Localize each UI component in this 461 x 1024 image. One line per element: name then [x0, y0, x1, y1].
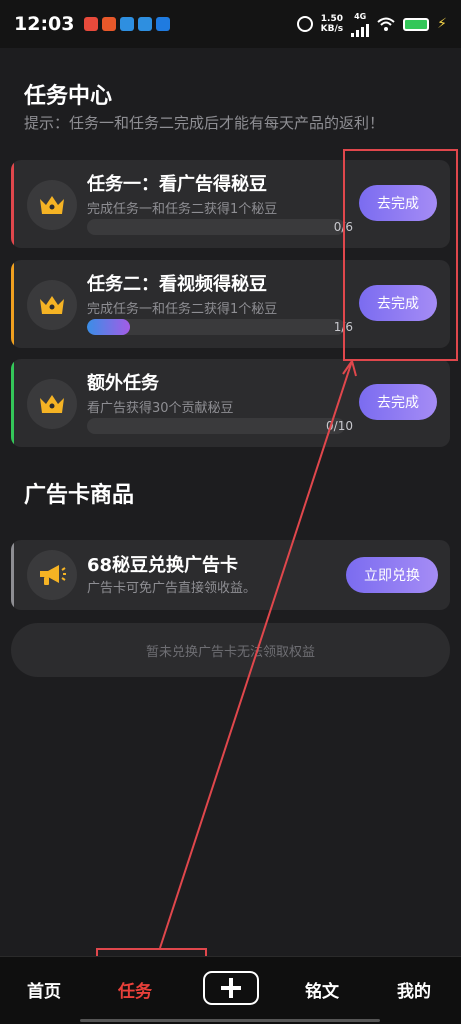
news-app-icon — [102, 17, 117, 31]
megaphone-icon — [40, 565, 66, 585]
battery-icon — [403, 17, 430, 31]
alarm-icon — [296, 16, 313, 32]
hint-text: 提示：任务一和任务二完成后才能有每天产品的返利！ — [24, 114, 385, 132]
tab-tasks[interactable]: 任务 — [118, 977, 152, 1002]
card-accent — [11, 359, 14, 447]
status-time: 12:03 — [14, 13, 75, 35]
home-indicator — [80, 1019, 380, 1022]
card-accent — [11, 540, 14, 610]
crown-icon — [40, 296, 64, 314]
product-desc: 广告卡可免广告直接领收益。 — [87, 581, 257, 596]
task-desc: 看广告获得30个贡献秘豆 — [87, 401, 234, 416]
task-title: 任务二：看视频得秘豆 — [87, 274, 267, 295]
task-desc: 完成任务一和任务二获得1个秘豆 — [87, 302, 278, 317]
add-button[interactable] — [203, 971, 259, 1005]
message-app-icon — [120, 17, 135, 31]
redeem-button[interactable]: 立即兑换 — [346, 557, 438, 593]
task-icon-wrap — [27, 180, 77, 230]
tab-inscription[interactable]: 铭文 — [305, 977, 339, 1002]
product-title: 68秘豆兑换广告卡 — [87, 555, 239, 576]
alipay-app-icon — [156, 17, 171, 31]
network-type: 4G — [354, 11, 367, 21]
wifi-icon — [377, 17, 395, 31]
task-progress-count: 0/10 — [326, 419, 353, 433]
ad-card-product: 68秘豆兑换广告卡 广告卡可免广告直接领收益。 立即兑换 — [11, 540, 450, 610]
card-accent — [11, 260, 14, 348]
network-speed: 1.50 KB/s — [320, 14, 344, 34]
section-title-ad-card: 广告卡商品 — [24, 483, 135, 508]
cloud-app-icon — [138, 17, 153, 31]
product-icon-wrap — [27, 550, 77, 600]
bottom-tab-bar: 首页 任务 铭文 我的 — [0, 956, 461, 1024]
card-accent — [11, 160, 14, 248]
qq-app-icon — [84, 17, 99, 31]
task-progress-fill — [87, 319, 130, 335]
charging-icon: ⚡ — [437, 16, 447, 32]
signal-icon — [351, 21, 370, 37]
task-title: 额外任务 — [87, 373, 159, 394]
plus-icon — [221, 978, 241, 998]
task-desc: 完成任务一和任务二获得1个秘豆 — [87, 202, 278, 217]
go-complete-button[interactable]: 去完成 — [359, 384, 437, 420]
task-title: 任务一：看广告得秘豆 — [87, 174, 267, 195]
task-card: 额外任务 看广告获得30个贡献秘豆 0/10 去完成 — [11, 359, 450, 447]
tab-mine[interactable]: 我的 — [397, 977, 431, 1002]
ad-card-notice: 暂未兑换广告卡无法领取权益 — [11, 623, 450, 677]
annotation-box-buttons — [343, 149, 458, 361]
status-bar: 12:03 1.50 KB/s 4G ⚡ — [0, 0, 461, 48]
crown-icon — [40, 196, 64, 214]
task-icon-wrap — [27, 280, 77, 330]
page-title: 任务中心 — [24, 84, 113, 109]
crown-icon — [40, 395, 64, 413]
task-icon-wrap — [27, 379, 77, 429]
tab-home[interactable]: 首页 — [27, 977, 61, 1002]
